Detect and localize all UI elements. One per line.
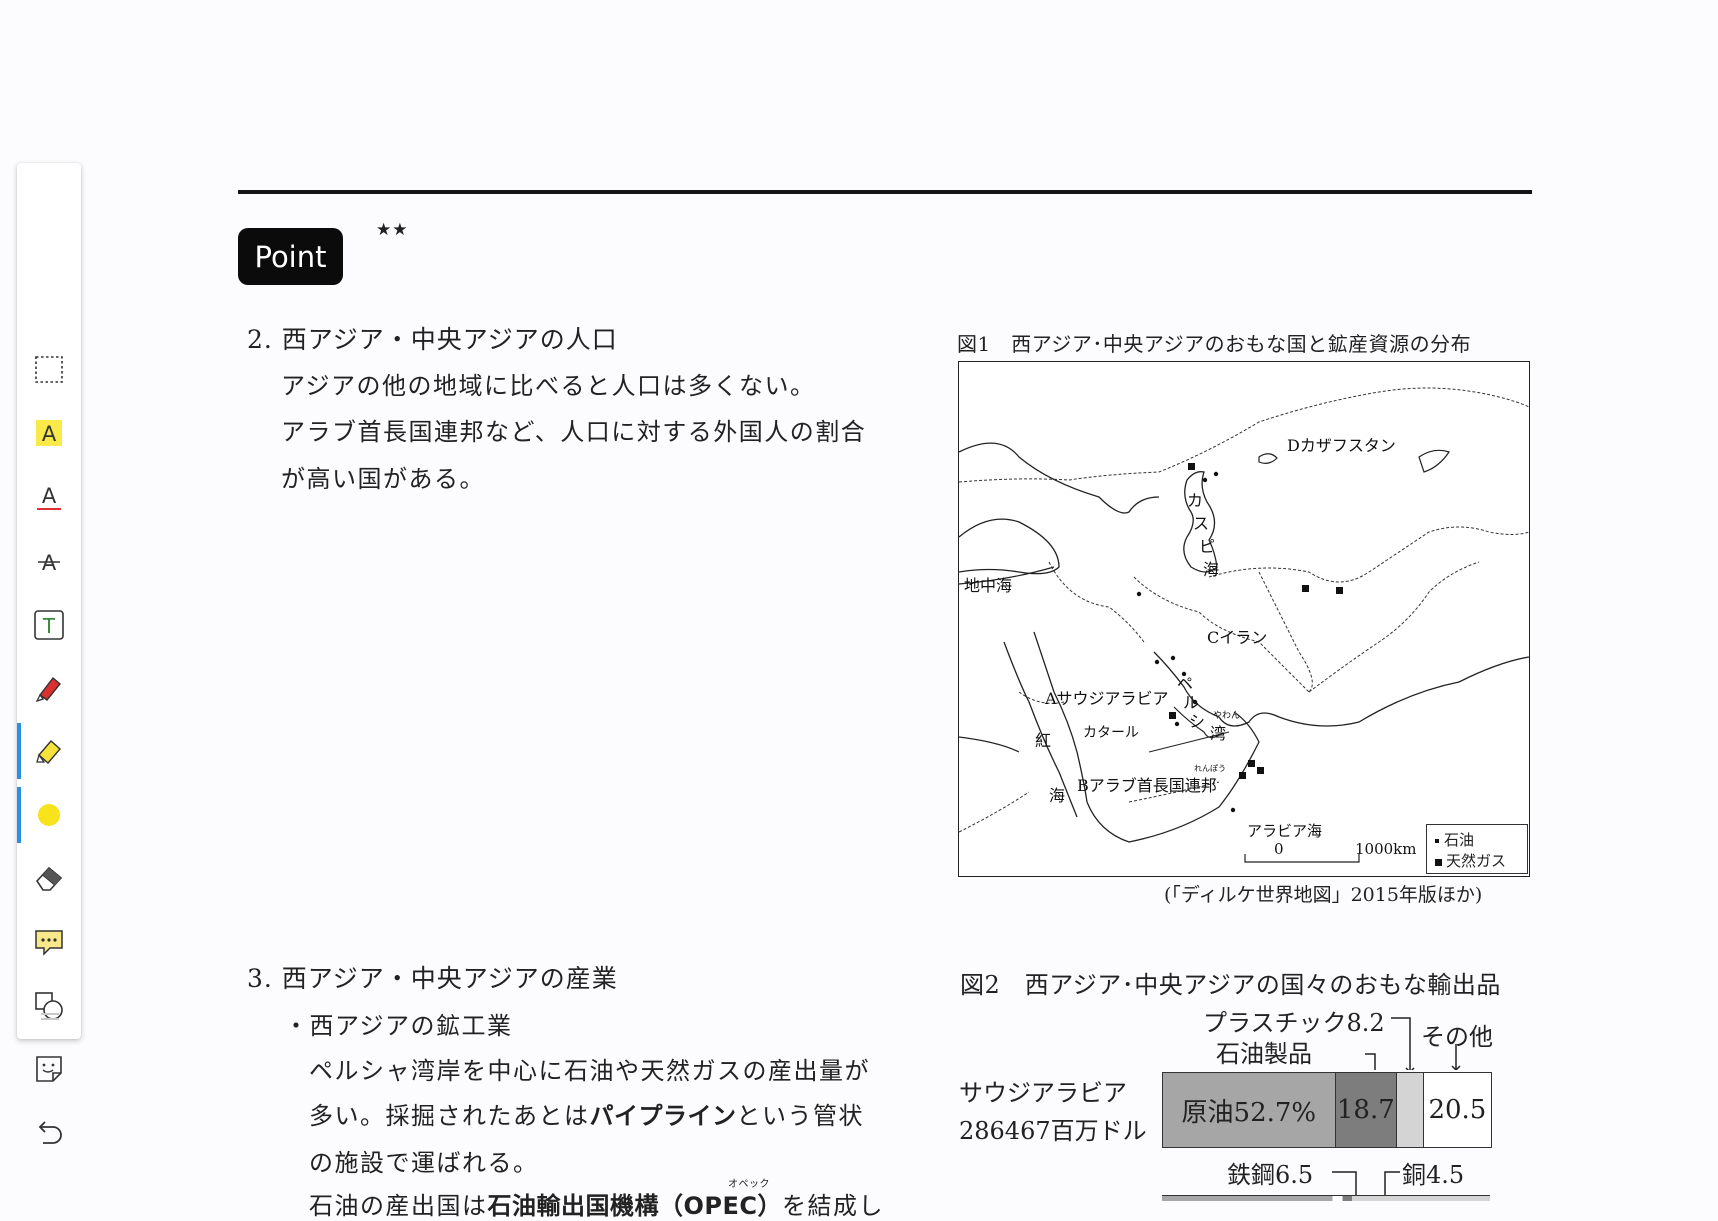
fig2-country: サウジアラビア [959, 1079, 1127, 1107]
svg-text:A: A [42, 422, 57, 446]
section3-line-3: の施設で運ばれる。 [309, 1149, 539, 1177]
color-dot-icon [38, 804, 60, 826]
highlighter-tool-button[interactable] [17, 723, 81, 779]
shape-tool-button[interactable] [17, 978, 81, 1034]
map-label-red-sea-2: 海 [1049, 786, 1066, 805]
section2-line-3: が高い国がある。 [281, 465, 485, 493]
map-lines [959, 387, 1529, 863]
section2-line-2: アラブ首長国連邦など、人口に対する外国人の割合 [281, 418, 867, 446]
section3-line-2: 多い。採掘されたあとはパイプラインという管状 [309, 1102, 864, 1130]
fig2-total: 286467百万ドル [959, 1117, 1147, 1145]
map-scale-km: 1000km [1355, 840, 1417, 858]
eraser-tool-button[interactable] [17, 850, 81, 906]
map-label-caspian-2: ス [1193, 514, 1210, 533]
map-label-qatar: カタール [1083, 725, 1139, 741]
text-box-icon: T [34, 610, 64, 640]
map-legend: 石油 天然ガス [1426, 824, 1528, 874]
dashed-select-icon [35, 356, 63, 383]
text-highlight-tool-button[interactable]: A [17, 405, 81, 461]
fig2-bar-saudi: 原油52.7% 18.7 20.5 [1162, 1072, 1492, 1148]
legend-oil: 石油 [1444, 831, 1475, 849]
map-label-uae: Bアラブ首長国連邦 [1077, 776, 1217, 795]
bar-segment-1: 原油52.7% [1163, 1073, 1336, 1147]
fig1-map: Dカザフスタン カ ス ピ 海 地中海 Cイラン Aサウジアラビア ペ ル シ … [958, 361, 1530, 877]
map-label-caspian-4: 海 [1203, 560, 1220, 579]
fig1-source: (「ディルケ世界地図」2015年版ほか) [1164, 884, 1483, 906]
keyword-opec: 石油輸出国機構 [487, 1192, 659, 1220]
color-picker-button[interactable] [17, 787, 81, 843]
svg-text:A: A [42, 484, 57, 508]
svg-text:A: A [42, 551, 57, 575]
section3-line-1: ペルシャ湾岸を中心に石油や天然ガスの産出量が [309, 1057, 870, 1085]
comment-icon [35, 930, 63, 956]
fig1-title: 図1 西アジア･中央アジアのおもな国と鉱産資源の分布 [957, 332, 1472, 356]
sticker-tool-button[interactable] [17, 1041, 81, 1097]
annotation-toolbar: A A A T [17, 163, 81, 1144]
pen-tool-button[interactable] [17, 660, 81, 716]
legend-gas: 天然ガス [1446, 852, 1507, 870]
toolbar-drag-handle[interactable] [41, 1013, 59, 1021]
strikethrough-a-icon: A [38, 551, 60, 575]
undo-button[interactable] [17, 1105, 81, 1161]
map-label-persian-3: シ [1189, 712, 1206, 731]
sticker-icon [36, 1056, 62, 1082]
text-box-tool-button[interactable]: T [17, 597, 81, 653]
map-label-arabian-sea: アラビア海 [1247, 822, 1323, 840]
map-label-saudi: Aサウジアラビア [1045, 689, 1169, 708]
point-badge: Point [238, 228, 343, 285]
section3-heading: 3. 西アジア・中央アジアの産業 [247, 964, 618, 993]
section3-line-4: 石油の産出国は石油輸出国機構（OPEC）を結成し [309, 1192, 884, 1220]
eraser-icon [35, 866, 63, 891]
section2-line-1: アジアの他の地域に比べると人口は多くない。 [281, 372, 816, 400]
keyword-pipeline: パイプライン [589, 1102, 737, 1130]
pen-icon [35, 676, 61, 703]
comment-tool-button[interactable] [17, 914, 81, 970]
importance-stars: ★★ [376, 220, 409, 240]
fig2-ann-petro: 石油製品 [1216, 1040, 1312, 1068]
fig2-ann-steel: 鉄鋼6.5 [1227, 1161, 1314, 1189]
map-label-red-sea-1: 紅 [1035, 731, 1052, 750]
map-label-caspian-3: ピ [1199, 537, 1216, 556]
section2-heading: 2. 西アジア・中央アジアの人口 [247, 325, 618, 354]
text-underline-tool-button[interactable]: A [17, 469, 81, 525]
section3-subheading: ・西アジアの鉱工業 [284, 1012, 513, 1040]
map-scale-zero: 0 [1274, 840, 1284, 858]
fig2-ann-copper: 銅4.5 [1402, 1161, 1465, 1189]
fig2-bar-next-partial [1162, 1195, 1490, 1201]
map-label-iran: Cイラン [1207, 628, 1268, 647]
svg-text:T: T [42, 614, 56, 638]
gas-marker-icon [1435, 858, 1442, 866]
map-label-persian-bay: 湾 [1210, 724, 1227, 743]
underline-a-icon: A [37, 484, 61, 510]
undo-icon [38, 1121, 62, 1144]
text-strikethrough-tool-button[interactable]: A [17, 533, 81, 589]
bar-segment-4: 20.5 [1423, 1073, 1491, 1147]
highlight-a-icon: A [36, 420, 62, 446]
select-tool-button[interactable] [17, 341, 81, 397]
highlighter-icon [36, 740, 61, 764]
bar-segment-3 [1396, 1073, 1424, 1147]
map-label-kazakhstan: Dカザフスタン [1287, 436, 1396, 455]
fig2-leader-lines [1365, 1017, 1461, 1070]
top-rule [238, 190, 1532, 194]
map-label-mediterranean: 地中海 [964, 576, 1013, 595]
bar-segment-2: 18.7 [1335, 1073, 1397, 1147]
map-label-caspian-1: カ [1187, 491, 1204, 510]
fig2-title: 図2 西アジア･中央アジアの国々のおもな輸出品 [960, 971, 1501, 999]
oil-marker-icon [1435, 839, 1439, 843]
